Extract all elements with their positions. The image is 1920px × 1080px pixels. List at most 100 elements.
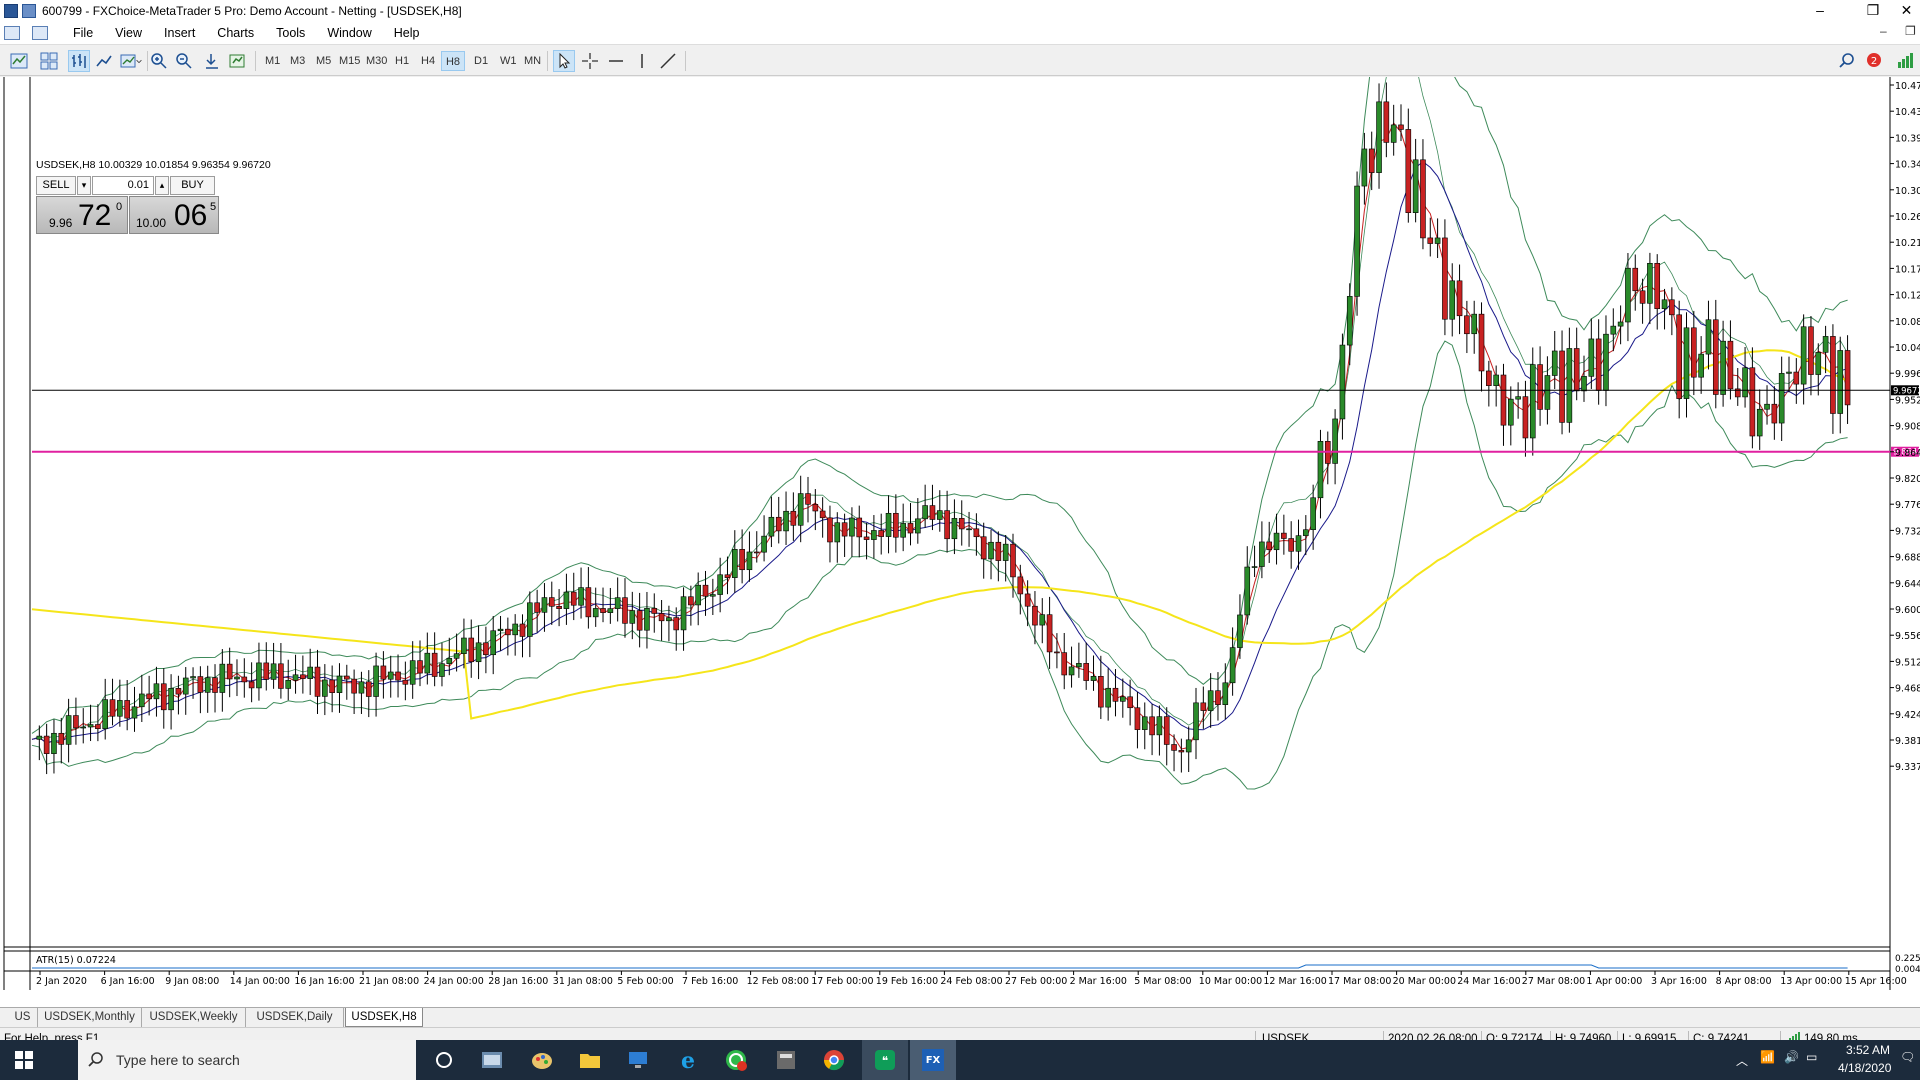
toolbar: M1 M3 M5 M15 M30 H1 H4 H8 D1 W1 MN 2 bbox=[0, 44, 1920, 76]
chart-window[interactable]: 9.96729.8642 10.479010.435510.391510.347… bbox=[0, 77, 1920, 1007]
line-chart-icon[interactable] bbox=[93, 50, 115, 72]
paint-icon[interactable] bbox=[530, 1048, 554, 1072]
profiles-icon[interactable] bbox=[38, 50, 60, 72]
volume-icon[interactable]: 🔊 bbox=[1784, 1050, 1799, 1064]
metatrader-app-icon bbox=[4, 4, 18, 18]
mdi-window-icon[interactable] bbox=[32, 26, 48, 40]
windows-start-button[interactable] bbox=[0, 1040, 48, 1080]
tab-us[interactable]: US bbox=[8, 1008, 38, 1027]
candle-body bbox=[95, 724, 101, 730]
candle-body bbox=[1632, 267, 1639, 292]
notifications-icon[interactable]: 🗨 bbox=[1900, 1050, 1915, 1064]
timeframe-m15[interactable]: M15 bbox=[336, 51, 363, 71]
tile-windows-icon[interactable] bbox=[201, 50, 223, 72]
mdi-minimize-button[interactable]: – bbox=[1880, 24, 1887, 38]
timeframe-d1[interactable]: D1 bbox=[471, 51, 491, 71]
tab-usdsek-weekly[interactable]: USDSEK,Weekly bbox=[142, 1008, 246, 1027]
price-tick-label: 10.4790 bbox=[1895, 81, 1920, 92]
candle-body bbox=[1720, 340, 1726, 395]
sell-button[interactable]: SELL bbox=[36, 176, 76, 195]
menu-view[interactable]: View bbox=[104, 26, 153, 40]
candle-body bbox=[1742, 367, 1748, 398]
search-icon[interactable] bbox=[1836, 50, 1858, 72]
timeframe-h4[interactable]: H4 bbox=[418, 51, 438, 71]
candle-body bbox=[995, 541, 1002, 561]
vertical-line-icon[interactable] bbox=[631, 50, 653, 72]
candle-body bbox=[980, 536, 987, 560]
candle-body bbox=[1076, 663, 1082, 668]
timeframe-m3[interactable]: M3 bbox=[287, 51, 308, 71]
close-button[interactable]: ✕ bbox=[1893, 0, 1920, 22]
price-tick-label: 10.1280 bbox=[1895, 291, 1920, 302]
price-chart[interactable]: 9.96729.8642 10.479010.435510.391510.347… bbox=[0, 77, 1920, 1007]
tray-chevron-icon[interactable]: ︿ bbox=[1736, 1052, 1748, 1069]
whatsapp-icon[interactable] bbox=[724, 1048, 748, 1072]
fxchoice-icon[interactable]: FX bbox=[921, 1048, 945, 1072]
tab-usdsek-daily[interactable]: USDSEK,Daily bbox=[246, 1008, 344, 1027]
calculator-icon[interactable] bbox=[774, 1048, 798, 1072]
ask-price-display[interactable]: 10.00 06 5 bbox=[129, 196, 219, 234]
menu-tools[interactable]: Tools bbox=[265, 26, 316, 40]
cursor-icon[interactable] bbox=[553, 50, 575, 72]
menu-help[interactable]: Help bbox=[383, 26, 431, 40]
candle-body bbox=[248, 681, 255, 689]
bid-price-display[interactable]: 9.96 72 0 bbox=[36, 196, 128, 234]
timeframe-m1[interactable]: M1 bbox=[262, 51, 283, 71]
hangouts-icon[interactable]: ❝ bbox=[873, 1048, 897, 1072]
candle-body bbox=[278, 663, 284, 689]
minimize-button[interactable]: – bbox=[1797, 0, 1843, 22]
timeframe-w1[interactable]: W1 bbox=[497, 51, 520, 71]
candle-body bbox=[966, 528, 972, 531]
price-tick-label: 9.7765 bbox=[1895, 500, 1920, 511]
tray-date[interactable]: 4/18/2020 bbox=[1838, 1061, 1891, 1075]
lot-up-icon[interactable]: ▴ bbox=[155, 176, 169, 195]
menu-charts[interactable]: Charts bbox=[206, 26, 265, 40]
candle-body bbox=[1383, 101, 1390, 143]
candle-body bbox=[475, 642, 482, 663]
task-view-icon[interactable] bbox=[432, 1048, 456, 1072]
mdi-chart-icon[interactable] bbox=[4, 26, 20, 40]
crosshair-icon[interactable] bbox=[579, 50, 601, 72]
price-tick-label: 10.0840 bbox=[1895, 317, 1920, 328]
lot-down-icon[interactable]: ▾ bbox=[77, 176, 91, 195]
timeframe-m5[interactable]: M5 bbox=[313, 51, 334, 71]
remote-desktop-icon[interactable] bbox=[626, 1048, 650, 1072]
menu-insert[interactable]: Insert bbox=[153, 26, 206, 40]
lot-size-input[interactable]: 0.01 bbox=[92, 176, 154, 195]
network-icon[interactable]: 📶 bbox=[1760, 1050, 1775, 1064]
internet-explorer-icon[interactable]: e bbox=[676, 1048, 700, 1074]
timeframe-h8[interactable]: H8 bbox=[441, 51, 465, 71]
new-chart-icon[interactable] bbox=[8, 50, 30, 72]
mdi-restore-button[interactable]: ❐ bbox=[1905, 24, 1916, 38]
menu-file[interactable]: File bbox=[62, 26, 104, 40]
battery-icon[interactable]: ▭ bbox=[1806, 1050, 1817, 1064]
candle-body bbox=[365, 681, 372, 697]
candle-body bbox=[988, 541, 994, 560]
timeframe-mn[interactable]: MN bbox=[521, 51, 544, 71]
timeframe-m30[interactable]: M30 bbox=[363, 51, 390, 71]
candle-body bbox=[1361, 148, 1368, 187]
folder-icon[interactable] bbox=[578, 1048, 602, 1072]
trendline-icon[interactable] bbox=[657, 50, 679, 72]
menu-window[interactable]: Window bbox=[316, 26, 382, 40]
tray-time[interactable]: 3:52 AM bbox=[1846, 1043, 1890, 1057]
chrome-icon[interactable] bbox=[822, 1048, 846, 1072]
candle-body bbox=[1098, 676, 1104, 708]
price-tick-label: 10.1720 bbox=[1895, 264, 1920, 275]
restore-button[interactable]: ❐ bbox=[1850, 0, 1896, 22]
bar-chart-icon[interactable] bbox=[68, 50, 90, 72]
chart-shift-icon[interactable] bbox=[226, 50, 248, 72]
zoom-out-icon[interactable] bbox=[173, 50, 195, 72]
taskbar-search-box[interactable]: Type here to search bbox=[78, 1040, 416, 1080]
candle-body bbox=[783, 510, 789, 532]
timeframe-h1[interactable]: H1 bbox=[392, 51, 412, 71]
buy-button[interactable]: BUY bbox=[170, 176, 215, 195]
file-manager-icon[interactable] bbox=[480, 1048, 504, 1072]
alerts-icon[interactable]: 2 bbox=[1862, 50, 1884, 72]
chevron-down-icon[interactable] bbox=[134, 50, 144, 72]
tab-usdsek-monthly[interactable]: USDSEK,Monthly bbox=[38, 1008, 142, 1027]
signal-strength-icon[interactable] bbox=[1894, 50, 1916, 72]
horizontal-line-icon[interactable] bbox=[605, 50, 627, 72]
zoom-in-icon[interactable] bbox=[148, 50, 170, 72]
tab-usdsek-h8[interactable]: USDSEK,H8 bbox=[345, 1008, 423, 1027]
